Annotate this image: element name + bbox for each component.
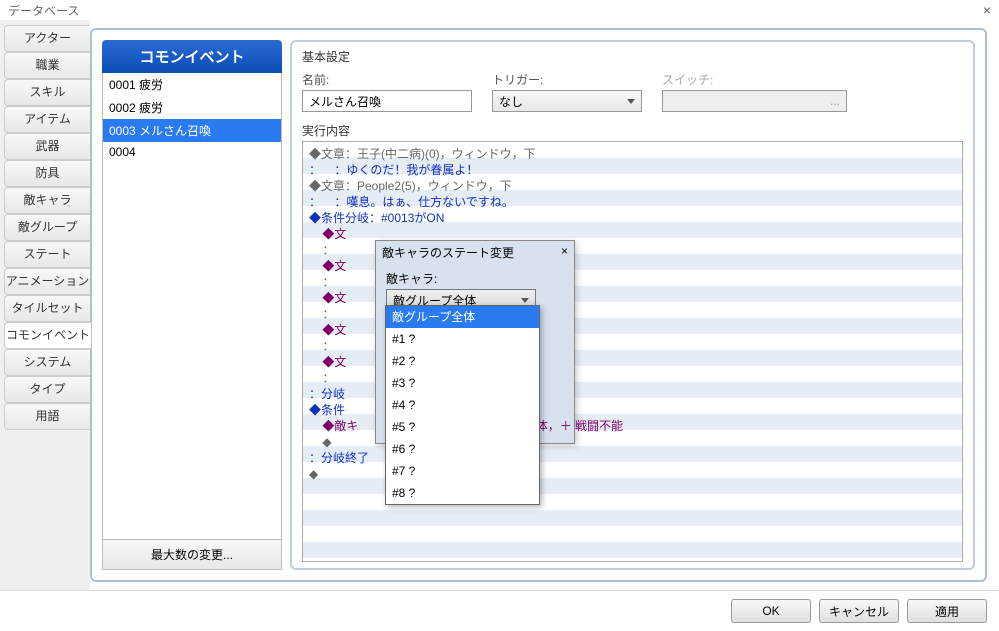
name-label: 名前: [302, 71, 472, 88]
exec-line[interactable]: ： ：嘆息。はぁ、仕方ないですね。 [309, 194, 956, 210]
tab-タイルセット[interactable]: タイルセット [4, 295, 90, 322]
list-item[interactable]: 0002 疲労 [103, 96, 281, 119]
dropdown-option[interactable]: #3 ? [386, 372, 539, 394]
tab-防具[interactable]: 防具 [4, 160, 90, 187]
tab-アニメーション[interactable]: アニメーション [4, 268, 90, 295]
enemy-dropdown-list[interactable]: 敵グループ全体#1 ?#2 ?#3 ?#4 ?#5 ?#6 ?#7 ?#8 ? [385, 305, 540, 505]
list-header: コモンイベント [102, 40, 282, 73]
tab-ステート[interactable]: ステート [4, 241, 90, 268]
apply-button[interactable]: 適用 [907, 599, 987, 623]
list-item[interactable]: 0004 [103, 142, 281, 162]
chevron-down-icon [627, 99, 635, 104]
change-max-button[interactable]: 最大数の変更... [102, 540, 282, 570]
exec-line[interactable]: ： [309, 242, 956, 258]
exec-line[interactable]: ◆文 [309, 258, 956, 274]
tab-敵グループ[interactable]: 敵グループ [4, 214, 90, 241]
tab-用語[interactable]: 用語 [4, 403, 90, 430]
tab-コモンイベント[interactable]: コモンイベント [4, 322, 91, 349]
list-item[interactable]: 0003 メルさん召喚 [103, 119, 281, 142]
ok-button[interactable]: OK [731, 599, 811, 623]
exec-line[interactable]: ◆文章：王子(中二病)(0)，ウィンドウ，下 [309, 146, 956, 162]
trigger-select[interactable]: なし [492, 90, 642, 112]
exec-line[interactable]: ◆文章：People2(5)，ウィンドウ，下 [309, 178, 956, 194]
exec-title: 実行内容 [302, 122, 963, 139]
dropdown-option[interactable]: #2 ? [386, 350, 539, 372]
tab-システム[interactable]: システム [4, 349, 90, 376]
switch-label: スイッチ: [662, 71, 847, 88]
tab-アクター[interactable]: アクター [4, 25, 90, 52]
common-event-list[interactable]: 0001 疲労0002 疲労0003 メルさん召喚0004 [102, 73, 282, 540]
tab-タイプ[interactable]: タイプ [4, 376, 90, 403]
exec-line[interactable]: ： ：ゆくのだ！我が眷属よ！ [309, 162, 956, 178]
tab-スキル[interactable]: スキル [4, 79, 90, 106]
basic-settings-title: 基本設定 [302, 48, 963, 65]
window-title: データベース [8, 2, 79, 19]
tab-職業[interactable]: 職業 [4, 52, 90, 79]
close-icon[interactable]: × [983, 2, 991, 18]
titlebar: データベース × [0, 0, 999, 20]
dropdown-option[interactable]: #8 ? [386, 482, 539, 504]
exec-line[interactable]: ◆文 [309, 226, 956, 242]
dropdown-option[interactable]: #5 ? [386, 416, 539, 438]
switch-select: ... [662, 90, 847, 112]
dropdown-option[interactable]: #7 ? [386, 460, 539, 482]
dropdown-option[interactable]: #1 ? [386, 328, 539, 350]
exec-line[interactable]: ： [309, 274, 956, 290]
exec-line[interactable]: ◆文 [309, 290, 956, 306]
name-input[interactable] [302, 90, 472, 112]
exec-line[interactable]: ◆条件分岐：#0013がON [309, 210, 956, 226]
dropdown-option[interactable]: #6 ? [386, 438, 539, 460]
trigger-label: トリガー: [492, 71, 642, 88]
tab-敵キャラ[interactable]: 敵キャラ [4, 187, 90, 214]
dropdown-option[interactable]: #4 ? [386, 394, 539, 416]
tab-武器[interactable]: 武器 [4, 133, 90, 160]
tab-アイテム[interactable]: アイテム [4, 106, 90, 133]
list-item[interactable]: 0001 疲労 [103, 73, 281, 96]
dropdown-option[interactable]: 敵グループ全体 [386, 306, 539, 328]
cancel-button[interactable]: キャンセル [819, 599, 899, 623]
